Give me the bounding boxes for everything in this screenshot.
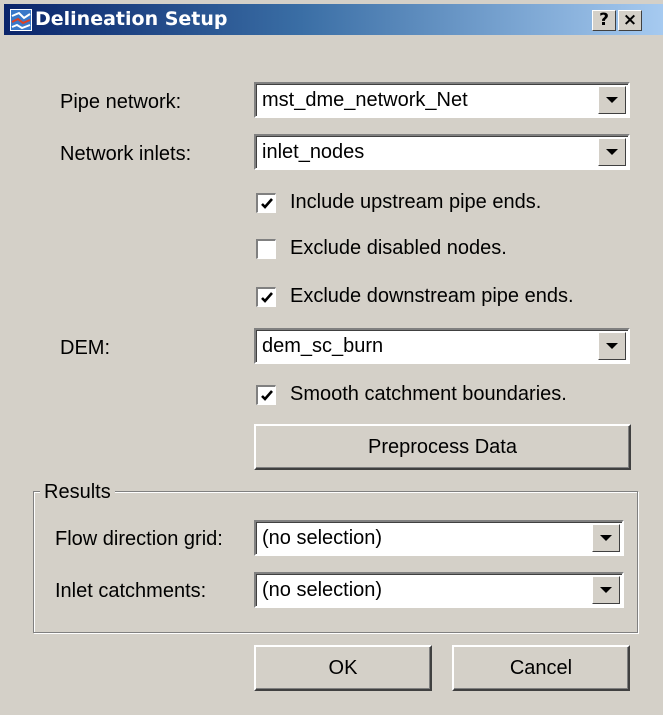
- delineation-setup-dialog: Delineation Setup ? × Pipe network: mst_…: [0, 0, 663, 715]
- chevron-down-icon[interactable]: [592, 524, 620, 552]
- include-upstream-checkbox[interactable]: [256, 193, 276, 213]
- network-inlets-label: Network inlets:: [60, 143, 192, 165]
- exclude-disabled-label: Exclude disabled nodes.: [290, 237, 507, 259]
- dem-label: DEM:: [60, 337, 110, 359]
- results-group-title: Results: [40, 481, 115, 504]
- preprocess-data-label: Preprocess Data: [368, 436, 517, 458]
- preprocess-data-button[interactable]: Preprocess Data: [254, 424, 631, 470]
- network-inlets-value: inlet_nodes: [262, 141, 365, 163]
- flow-direction-label: Flow direction grid:: [55, 528, 223, 550]
- title-bar[interactable]: Delineation Setup ? ×: [4, 4, 663, 35]
- smooth-boundaries-label: Smooth catchment boundaries.: [290, 383, 567, 405]
- cancel-label: Cancel: [509, 657, 573, 679]
- pipe-network-select[interactable]: mst_dme_network_Net: [254, 82, 630, 118]
- exclude-downstream-label: Exclude downstream pipe ends.: [290, 285, 574, 307]
- chevron-down-icon[interactable]: [592, 576, 620, 604]
- ok-label: OK: [328, 657, 358, 679]
- network-inlets-select[interactable]: inlet_nodes: [254, 134, 630, 170]
- inlet-catchments-label: Inlet catchments:: [55, 580, 207, 602]
- pipe-network-value: mst_dme_network_Net: [262, 89, 468, 111]
- exclude-downstream-checkbox[interactable]: [256, 287, 276, 307]
- help-button[interactable]: ?: [592, 10, 616, 31]
- inlet-catchments-value: (no selection): [262, 579, 383, 601]
- smooth-boundaries-checkbox[interactable]: [256, 385, 276, 405]
- chevron-down-icon[interactable]: [598, 138, 626, 166]
- chevron-down-icon[interactable]: [598, 86, 626, 114]
- results-groupbox: [33, 491, 638, 633]
- close-button[interactable]: ×: [618, 10, 642, 31]
- dem-value: dem_sc_burn: [262, 335, 384, 357]
- window-title: Delineation Setup: [35, 8, 228, 30]
- dem-select[interactable]: dem_sc_burn: [254, 328, 630, 364]
- ok-button[interactable]: OK: [254, 645, 432, 691]
- include-upstream-label: Include upstream pipe ends.: [290, 191, 542, 213]
- chevron-down-icon[interactable]: [598, 332, 626, 360]
- cancel-button[interactable]: Cancel: [452, 645, 630, 691]
- flow-direction-select[interactable]: (no selection): [254, 520, 624, 556]
- pipe-network-label: Pipe network:: [60, 91, 182, 113]
- app-icon: [10, 9, 32, 31]
- inlet-catchments-select[interactable]: (no selection): [254, 572, 624, 608]
- exclude-disabled-checkbox[interactable]: [256, 239, 276, 259]
- flow-direction-value: (no selection): [262, 527, 383, 549]
